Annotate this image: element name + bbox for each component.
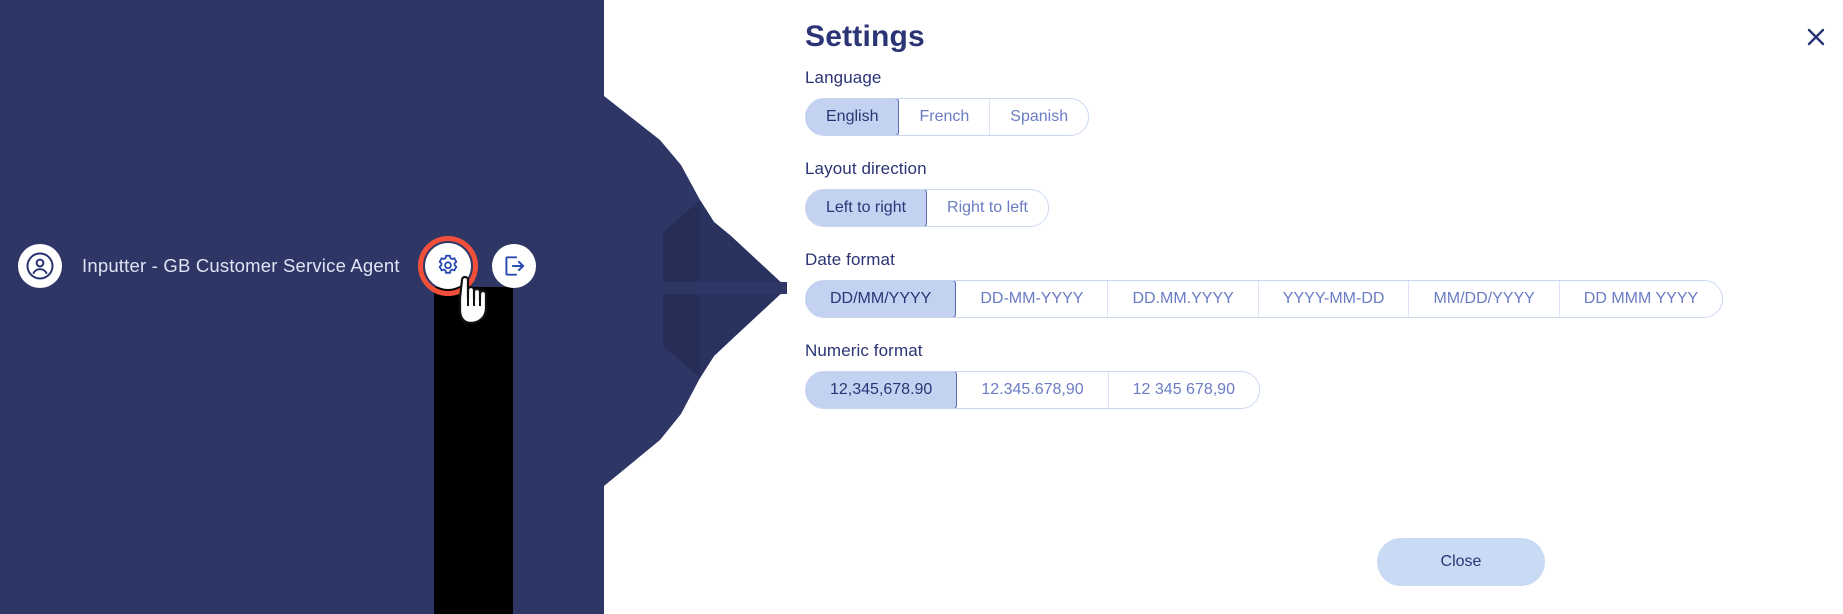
logout-button[interactable] (491, 244, 536, 288)
navy-background-shape (0, 0, 787, 614)
field-language: Language English French Spanish (805, 68, 1090, 136)
field-label-date-format: Date format (805, 250, 895, 269)
close-x-icon (1807, 28, 1825, 46)
logout-icon (505, 256, 524, 276)
segment-date-format-2[interactable]: DD.MM.YYYY (1108, 281, 1259, 317)
field-numeric-format: Numeric format 12,345,678.90 12.345.678,… (805, 341, 1260, 409)
avatar[interactable] (18, 244, 62, 288)
user-name-label: Inputter - GB Customer Service Agent (82, 255, 400, 276)
field-label-numeric-format: Numeric format (805, 341, 923, 360)
segment-date-format-0[interactable]: DD/MM/YYYY (806, 281, 957, 317)
segment-date-format-1[interactable]: DD-MM-YYYY (956, 281, 1109, 317)
field-layout-direction: Layout direction Left to right Right to … (805, 159, 1049, 227)
field-date-format: Date format DD/MM/YYYY DD-MM-YYYY DD.MM.… (805, 250, 1724, 318)
segment-numeric-format-2[interactable]: 12 345 678,90 (1108, 372, 1259, 408)
user-circle-icon (26, 252, 54, 280)
field-label-layout-direction: Layout direction (805, 159, 927, 178)
segment-date-format-4[interactable]: MM/DD/YYYY (1409, 281, 1560, 317)
hand-pointer-cursor (458, 275, 488, 324)
segment-numeric-format-0[interactable]: 12,345,678.90 (805, 372, 958, 408)
close-dialog-button[interactable] (1799, 20, 1833, 54)
close-button[interactable]: Close (1377, 538, 1545, 586)
segment-layout-direction-0[interactable]: Left to right (805, 190, 928, 226)
segmented-layout-direction[interactable]: Left to right Right to left (805, 189, 1049, 227)
segmented-language[interactable]: English French Spanish (805, 98, 1090, 136)
segment-layout-direction-1[interactable]: Right to left (927, 190, 1048, 226)
field-label-language: Language (805, 68, 882, 87)
page-title: Settings (805, 20, 925, 53)
segmented-date-format[interactable]: DD/MM/YYYY DD-MM-YYYY DD.MM.YYYY YYYY-MM… (805, 280, 1724, 318)
segment-language-1[interactable]: French (899, 99, 991, 135)
black-occlusion-bar (434, 287, 513, 614)
segment-language-0[interactable]: English (806, 99, 900, 135)
segment-date-format-5[interactable]: DD MMM YYYY (1559, 281, 1723, 317)
segmented-numeric-format[interactable]: 12,345,678.90 12.345.678,90 12 345 678,9… (805, 371, 1260, 409)
segment-date-format-3[interactable]: YYYY-MM-DD (1258, 281, 1410, 317)
screenshot-root: Inputter - GB Customer Service Agent Set… (0, 0, 1843, 614)
segment-language-2[interactable]: Spanish (990, 99, 1089, 135)
settings-panel: Settings Language English French Spanish… (805, 0, 1843, 614)
segment-numeric-format-1[interactable]: 12.345.678,90 (957, 372, 1109, 408)
